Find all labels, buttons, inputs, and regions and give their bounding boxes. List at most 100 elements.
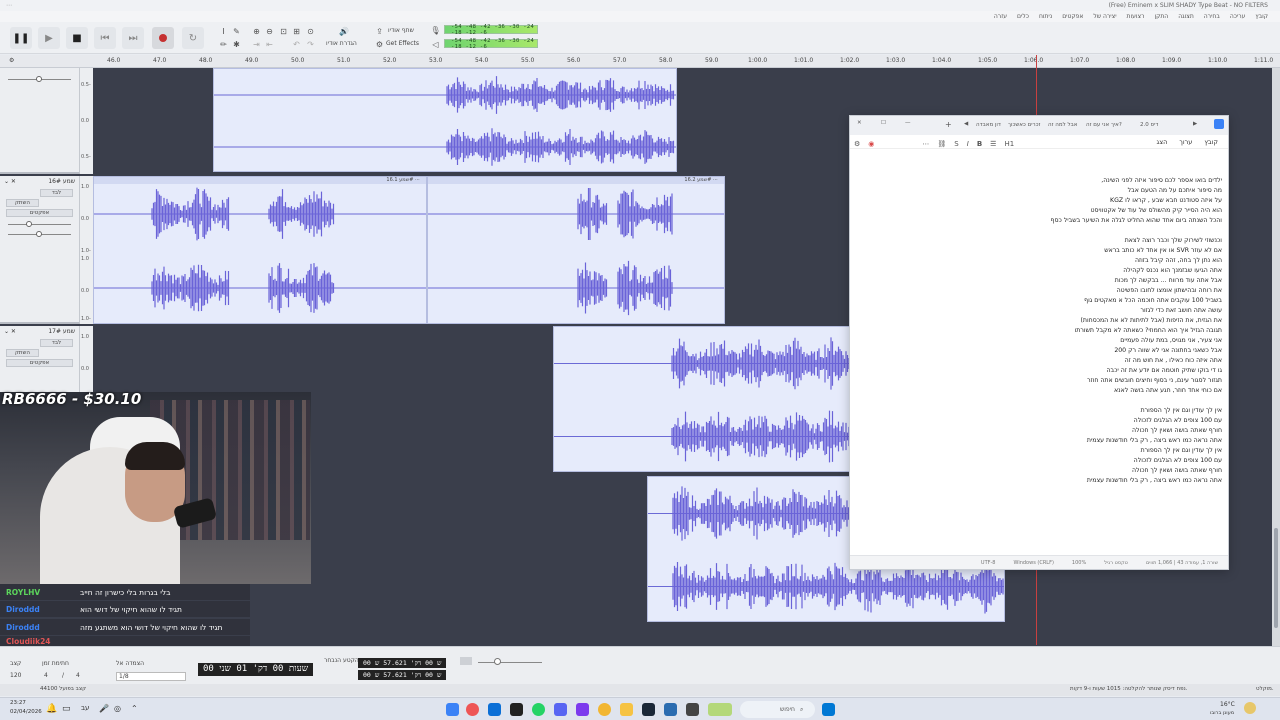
menu-view[interactable]: הצג (1157, 138, 1168, 146)
audio-clip-16-1[interactable]: 16.1 שמע# ⋯ (93, 176, 427, 324)
stop-button[interactable]: ■ (66, 27, 88, 49)
maximize-icon[interactable]: ☐ (881, 120, 886, 126)
ruler-settings-icon[interactable]: ⚙ (9, 57, 14, 64)
audio-clip[interactable] (213, 68, 677, 172)
track-name[interactable]: שמע 17# (48, 328, 75, 335)
app-task-icon[interactable] (576, 703, 589, 716)
window-task-icon[interactable] (686, 703, 699, 716)
encoding[interactable]: UTF-8 (981, 560, 996, 566)
gain-slider[interactable] (26, 221, 32, 227)
menu-analyze[interactable]: ניתוח (1039, 13, 1052, 20)
speaker-meter-icon[interactable]: ◁ (430, 39, 441, 50)
speaker-icon[interactable]: 🔊 (335, 26, 353, 37)
steam-task-icon[interactable] (642, 703, 655, 716)
mic-tray-icon[interactable]: 🎤 (99, 704, 109, 713)
tempo-value[interactable]: 120 (10, 672, 21, 679)
effects-icon[interactable]: ⚙ (374, 39, 385, 50)
audio-setup-label[interactable]: הגדרת אודיו (326, 40, 357, 47)
snap-label[interactable]: הצמדה אל (116, 660, 144, 667)
menu-help[interactable]: עזרה (994, 13, 1007, 20)
zoom-level[interactable]: 100% (1072, 560, 1086, 566)
list-icon[interactable]: ☰ (990, 140, 996, 148)
menu-select[interactable]: בחירה (1204, 13, 1220, 20)
selection-end[interactable]: 00 ש 00 דק' 57.621 ש (358, 670, 447, 680)
widget-task-icon[interactable] (708, 703, 732, 716)
tab-diss[interactable]: דיס 2.0 (1140, 122, 1158, 128)
envelope-tool-icon[interactable]: ✎ (231, 26, 242, 37)
undo-icon[interactable]: ↶ (291, 39, 302, 50)
main-time-display[interactable]: 00 שעות 00 דק' 01 שני (198, 663, 314, 676)
notepad-window[interactable]: ✕ ☐ — + ◀ דון מאבדה זכרים כאשכוך אבל למה… (849, 115, 1229, 570)
effects-button[interactable]: אפקטים (6, 209, 73, 217)
notification-icon[interactable]: 🔔 (46, 704, 57, 714)
notepad-task-icon[interactable] (446, 703, 459, 716)
share-icon[interactable]: ⇪ (374, 26, 385, 37)
display-icon[interactable]: ▭ (62, 704, 71, 714)
audacity-task-icon[interactable] (664, 703, 677, 716)
pan-slider[interactable] (36, 231, 42, 237)
skip-start-button[interactable]: ⏮ (94, 27, 116, 49)
get-effects-button[interactable]: Get Effects (386, 40, 419, 47)
record-button[interactable] (152, 27, 174, 49)
share-audio-button[interactable]: שתף אודיו (388, 27, 414, 34)
strikethrough-icon[interactable]: S (954, 140, 958, 148)
time-signature-denominator[interactable]: 4 (76, 672, 80, 679)
speed-slider-thumb[interactable] (494, 658, 501, 665)
menu-tools[interactable]: כלים (1017, 13, 1029, 20)
menu-edit[interactable]: עריכה (1230, 13, 1246, 20)
zoom-toggle-icon[interactable]: ⊙ (305, 26, 316, 37)
search-box[interactable]: ⌕ חיפוש (740, 701, 815, 718)
tab-aval[interactable]: אבל למה זה (1048, 122, 1077, 128)
track-collapse-icon[interactable]: ⌄ ✕ (4, 328, 16, 335)
copilot-icon[interactable]: ◉ (868, 140, 874, 148)
italic-icon[interactable]: I (967, 140, 969, 148)
fit-project-icon[interactable]: ⊞ (291, 26, 302, 37)
menu-transport[interactable]: התקן (1154, 13, 1168, 20)
loop-button[interactable]: ↻ (182, 27, 204, 49)
link-icon[interactable]: ⛓ (937, 140, 946, 148)
vertical-scrollbar[interactable] (1272, 68, 1280, 646)
close-icon[interactable]: ✕ (857, 120, 862, 126)
pan-slider[interactable] (36, 76, 42, 82)
fit-selection-icon[interactable]: ⊡ (278, 26, 289, 37)
zoom-in-icon[interactable]: ⊕ (251, 26, 262, 37)
menu-tracks[interactable]: רצועות (1127, 13, 1145, 20)
effects-button[interactable]: אפקטים (6, 359, 73, 367)
select-tool-icon[interactable]: I (218, 26, 229, 37)
audio-clip-17[interactable] (553, 326, 853, 472)
tab-don[interactable]: דון מאבדה (976, 122, 1001, 128)
menu-view[interactable]: תצוגה (1178, 13, 1194, 20)
tab-scroll-right-icon[interactable]: ▶ (1193, 121, 1197, 127)
window-controls[interactable]: ⋯ (6, 2, 12, 9)
solo-button[interactable]: לבד (40, 189, 73, 197)
language-indicator[interactable]: עב (81, 704, 89, 712)
settings-icon[interactable]: ⚙ (854, 140, 860, 148)
scrollbar-thumb[interactable] (1274, 528, 1278, 628)
play-at-speed-icon[interactable] (460, 657, 472, 665)
mute-button[interactable]: השתק (6, 349, 39, 357)
line-ending[interactable]: Windows (CRLF) (1013, 560, 1053, 566)
more-icon[interactable]: ⋯ (922, 140, 929, 148)
discord-task-icon[interactable] (554, 703, 567, 716)
editor-task-icon[interactable] (488, 703, 501, 716)
tab-zkarim[interactable]: זכרים כאשכוך (1008, 122, 1040, 128)
skip-end-button[interactable]: ⏭ (122, 27, 144, 49)
explorer-task-icon[interactable] (620, 703, 633, 716)
multi-tool-icon[interactable]: ✱ (231, 39, 242, 50)
silence-icon[interactable]: ⇤ (264, 39, 275, 50)
menu-edit[interactable]: ערוך (1179, 138, 1192, 146)
zoom-out-icon[interactable]: ⊖ (264, 26, 275, 37)
menu-effects[interactable]: אפקטים (1062, 13, 1083, 20)
minimize-icon[interactable]: — (905, 120, 911, 126)
track-name[interactable]: שמע 16# (48, 178, 75, 185)
bold-icon[interactable]: B (977, 140, 982, 148)
menu-generate[interactable]: יצירה של (1093, 13, 1116, 20)
track-collapse-icon[interactable]: ⌄ ✕ (4, 178, 16, 185)
whatsapp-task-icon[interactable] (532, 703, 545, 716)
selection-start[interactable]: 00 ש 00 דק' 57.621 ש (358, 658, 447, 668)
record-meter[interactable]: -54 -48 -42 -36 -30 -24 -18 -12 -6 (444, 24, 538, 36)
clock-time[interactable]: 23:27 (10, 700, 26, 706)
mute-button[interactable]: השתק (6, 199, 39, 207)
network-icon[interactable]: ◎ (114, 704, 121, 713)
tab-scroll-left-icon[interactable]: ◀ (964, 121, 968, 127)
